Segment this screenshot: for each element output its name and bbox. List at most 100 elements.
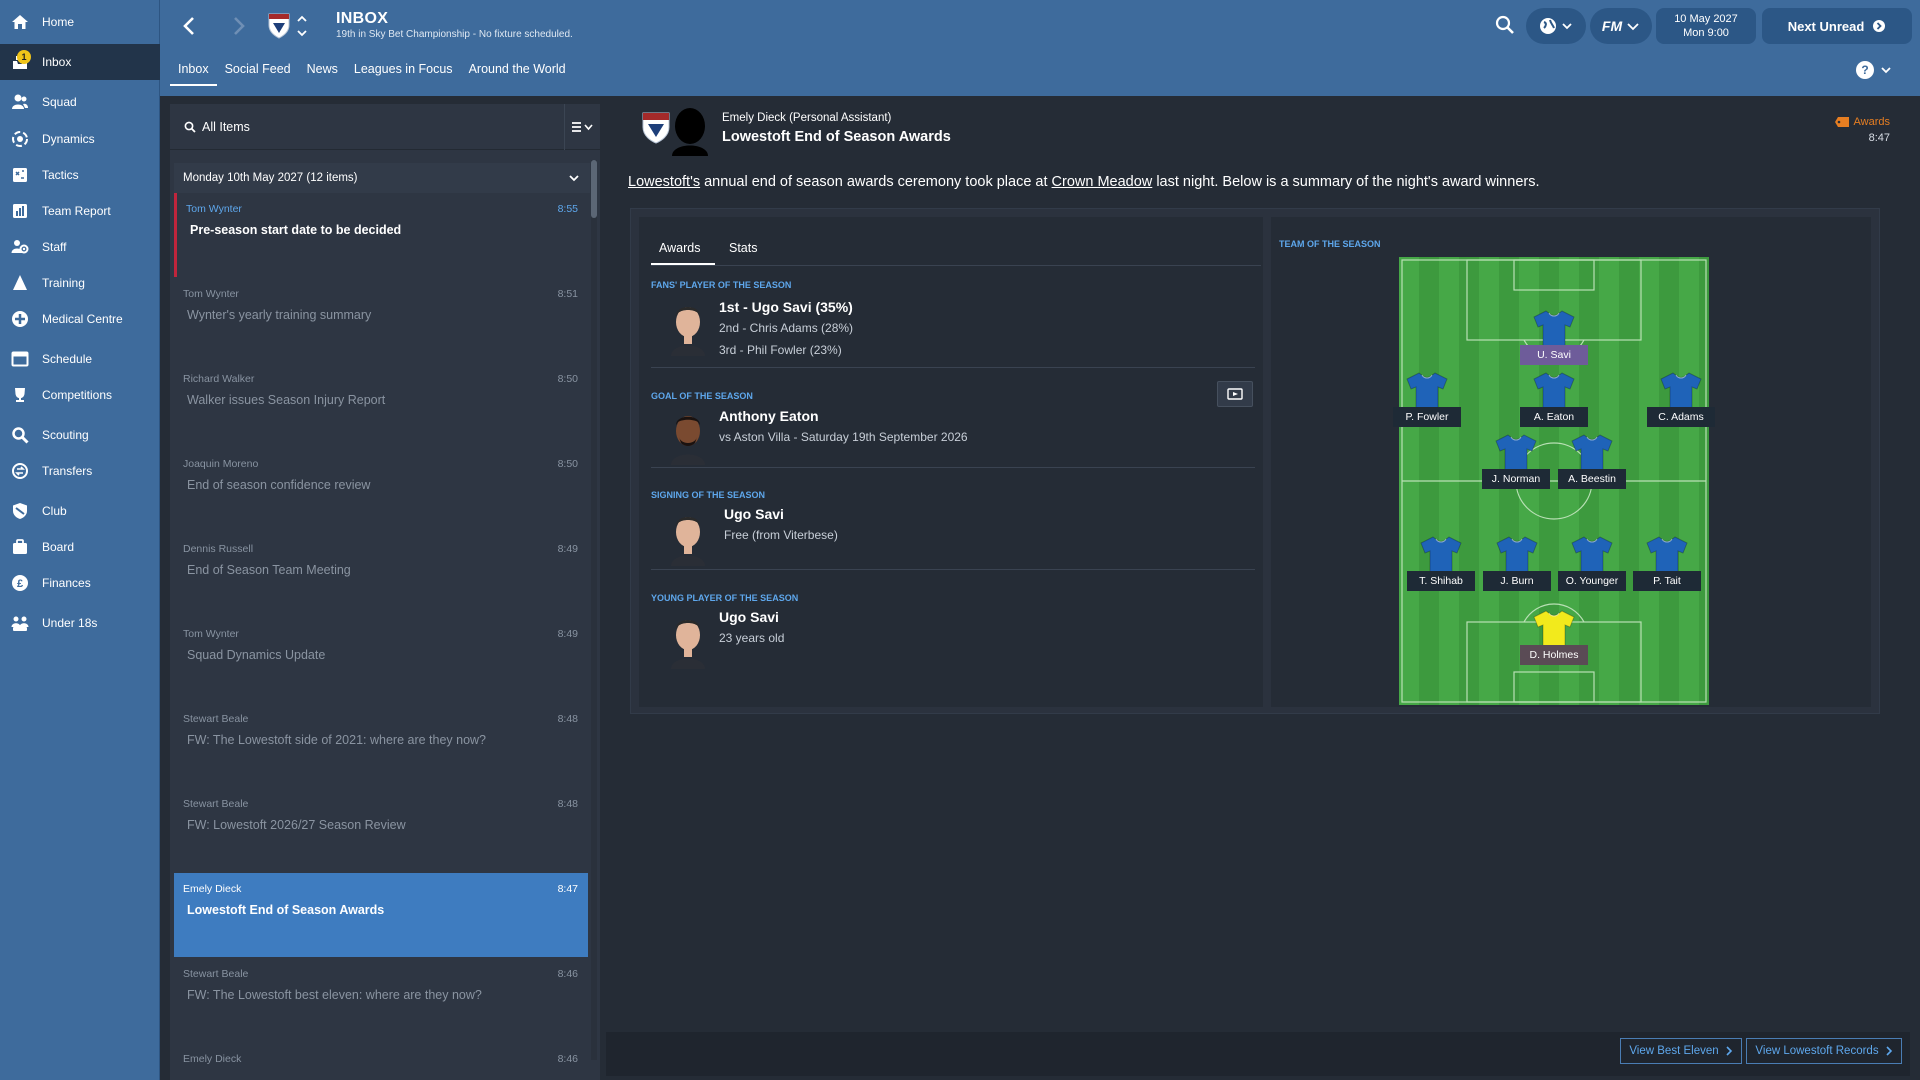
message-row[interactable]: Emely Dieck 8:46	[174, 1043, 588, 1080]
message-subject: End of season confidence review	[187, 478, 371, 492]
message-row[interactable]: Tom Wynter 8:55 Pre-season start date to…	[174, 193, 588, 277]
message-row[interactable]: Dennis Russell 8:49 End of Season Team M…	[174, 533, 588, 617]
sidebar-item-finances[interactable]: £ Finances	[0, 565, 160, 601]
sidebar-item-home[interactable]: Home	[0, 4, 160, 40]
active-tab-indicator	[651, 263, 715, 265]
date-group-header[interactable]: Monday 10th May 2027 (12 items)	[174, 163, 590, 193]
award-winner[interactable]: Ugo Savi	[724, 506, 784, 522]
player-marker[interactable]: O. Younger	[1555, 535, 1629, 591]
player-marker[interactable]: P. Fowler	[1390, 371, 1464, 427]
game-date[interactable]: 10 May 2027 Mon 9:00	[1656, 8, 1756, 44]
sidebar-item-tactics[interactable]: Tactics	[0, 157, 160, 193]
list-options-button[interactable]	[564, 104, 600, 150]
message-row[interactable]: Stewart Beale 8:48 FW: Lowestoft 2026/27…	[174, 788, 588, 872]
player-marker[interactable]: J. Norman	[1479, 433, 1553, 489]
help-button[interactable]: ?	[1856, 60, 1896, 80]
tab-inbox[interactable]: Inbox	[170, 58, 217, 86]
next-unread-button[interactable]: Next Unread	[1762, 8, 1912, 44]
award-winner[interactable]: 1st - Ugo Savi (35%)	[719, 299, 853, 315]
sidebar-item-club[interactable]: Club	[0, 493, 160, 529]
sidebar-item-staff[interactable]: Staff	[0, 229, 160, 265]
player-face[interactable]	[665, 300, 711, 356]
sidebar-item-under-18s[interactable]: Under 18s	[0, 605, 160, 641]
back-arrow-icon[interactable]	[176, 12, 204, 40]
chevron-down-icon	[1627, 23, 1639, 31]
player-marker[interactable]: P. Tait	[1630, 535, 1704, 591]
sidebar-item-board[interactable]: Board	[0, 529, 160, 565]
world-button[interactable]	[1526, 8, 1586, 44]
fm-logo: FM	[1601, 18, 1623, 34]
sidebar-label: Club	[42, 504, 67, 518]
player-marker[interactable]: J. Burn	[1480, 535, 1554, 591]
message-row[interactable]: Tom Wynter 8:51 Wynter's yearly training…	[174, 278, 588, 362]
watch-goal-button[interactable]	[1217, 381, 1253, 407]
message-row[interactable]: Joaquin Moreno 8:50 End of season confid…	[174, 448, 588, 532]
club-switch-icon[interactable]	[296, 12, 308, 40]
player-face[interactable]	[665, 613, 711, 669]
sidebar-item-scouting[interactable]: Scouting	[0, 417, 160, 453]
message-row[interactable]: Richard Walker 8:50 Walker issues Season…	[174, 363, 588, 447]
list-scrollbar[interactable]	[591, 160, 597, 1060]
fm-menu-button[interactable]: FM	[1590, 8, 1652, 44]
player-name: O. Younger	[1558, 571, 1626, 591]
sidebar-item-medical-centre[interactable]: Medical Centre	[0, 301, 160, 337]
award-runner-up[interactable]: 2nd - Chris Adams (28%)	[719, 321, 853, 335]
sidebar-item-dynamics[interactable]: Dynamics	[0, 121, 160, 157]
player-marker[interactable]: A. Beestin	[1555, 433, 1629, 489]
sidebar-item-competitions[interactable]: Competitions	[0, 377, 160, 413]
award-detail: 23 years old	[719, 631, 785, 645]
player-face[interactable]	[665, 510, 711, 566]
award-winner[interactable]: Anthony Eaton	[719, 408, 819, 424]
training-icon	[13, 275, 27, 290]
player-marker[interactable]: C. Adams	[1644, 371, 1718, 427]
view-best-eleven-button[interactable]: View Best Eleven	[1620, 1038, 1742, 1064]
sidebar: Home 1 Inbox Squad Dynamics Tactics Team…	[0, 0, 160, 1080]
message-detail: Emely Dieck (Personal Assistant) Lowesto…	[606, 96, 1920, 1080]
tab-awards[interactable]: Awards	[659, 241, 700, 255]
message-filter[interactable]: All Items	[170, 104, 600, 150]
player-marker[interactable]: A. Eaton	[1517, 371, 1591, 427]
player-marker[interactable]: T. Shihab	[1404, 535, 1478, 591]
sidebar-item-transfers[interactable]: Transfers	[0, 453, 160, 489]
tab-stats[interactable]: Stats	[729, 241, 758, 255]
message-time: 8:48	[557, 713, 578, 725]
tab-social-feed[interactable]: Social Feed	[217, 58, 299, 86]
player-name: A. Beestin	[1558, 469, 1626, 489]
player-marker[interactable]: U. Savi	[1517, 309, 1591, 365]
player-name: P. Tait	[1633, 571, 1701, 591]
sidebar-item-squad[interactable]: Squad	[0, 84, 160, 120]
top-bar: INBOX 19th in Sky Bet Championship - No …	[160, 0, 1920, 96]
message-time: 8:49	[557, 628, 578, 640]
message-sender: Emely Dieck	[183, 1053, 242, 1065]
club-link[interactable]: Lowestoft's	[628, 174, 700, 190]
award-winner[interactable]: Ugo Savi	[719, 609, 779, 625]
message-subject: FW: The Lowestoft best eleven: where are…	[187, 988, 482, 1002]
sidebar-item-training[interactable]: Training	[0, 265, 160, 301]
sidebar-item-team-report[interactable]: Team Report	[0, 193, 160, 229]
award-third[interactable]: 3rd - Phil Fowler (23%)	[719, 343, 842, 357]
scrollbar-thumb[interactable]	[591, 160, 597, 218]
message-row[interactable]: Tom Wynter 8:49 Squad Dynamics Update	[174, 618, 588, 702]
sidebar-item-inbox[interactable]: 1 Inbox	[0, 44, 160, 80]
search-icon[interactable]	[1494, 14, 1516, 36]
forward-arrow-icon[interactable]	[224, 12, 252, 40]
shirt-icon	[1660, 372, 1702, 410]
divider	[651, 367, 1255, 368]
message-row[interactable]: Stewart Beale 8:46 FW: The Lowestoft bes…	[174, 958, 588, 1042]
message-row-selected[interactable]: Emely Dieck 8:47 Lowestoft End of Season…	[174, 873, 588, 957]
message-list: All Items Monday 10th May 2027 (12 items…	[170, 104, 600, 1080]
finances-icon: £	[12, 575, 28, 591]
stadium-link[interactable]: Crown Meadow	[1052, 174, 1153, 190]
club-crest-icon[interactable]	[268, 13, 290, 39]
message-row[interactable]: Stewart Beale 8:48 FW: The Lowestoft sid…	[174, 703, 588, 787]
sidebar-item-schedule[interactable]: Schedule	[0, 341, 160, 377]
tab-around-the-world[interactable]: Around the World	[461, 58, 574, 86]
tab-news[interactable]: News	[299, 58, 346, 86]
staff-icon	[11, 240, 29, 254]
tab-leagues-in-focus[interactable]: Leagues in Focus	[346, 58, 461, 86]
view-records-button[interactable]: View Lowestoft Records	[1746, 1038, 1902, 1064]
unread-badge: 1	[17, 50, 31, 64]
player-face[interactable]	[665, 409, 711, 465]
player-marker[interactable]: D. Holmes	[1517, 609, 1591, 665]
message-tag[interactable]: Awards	[1834, 116, 1890, 128]
